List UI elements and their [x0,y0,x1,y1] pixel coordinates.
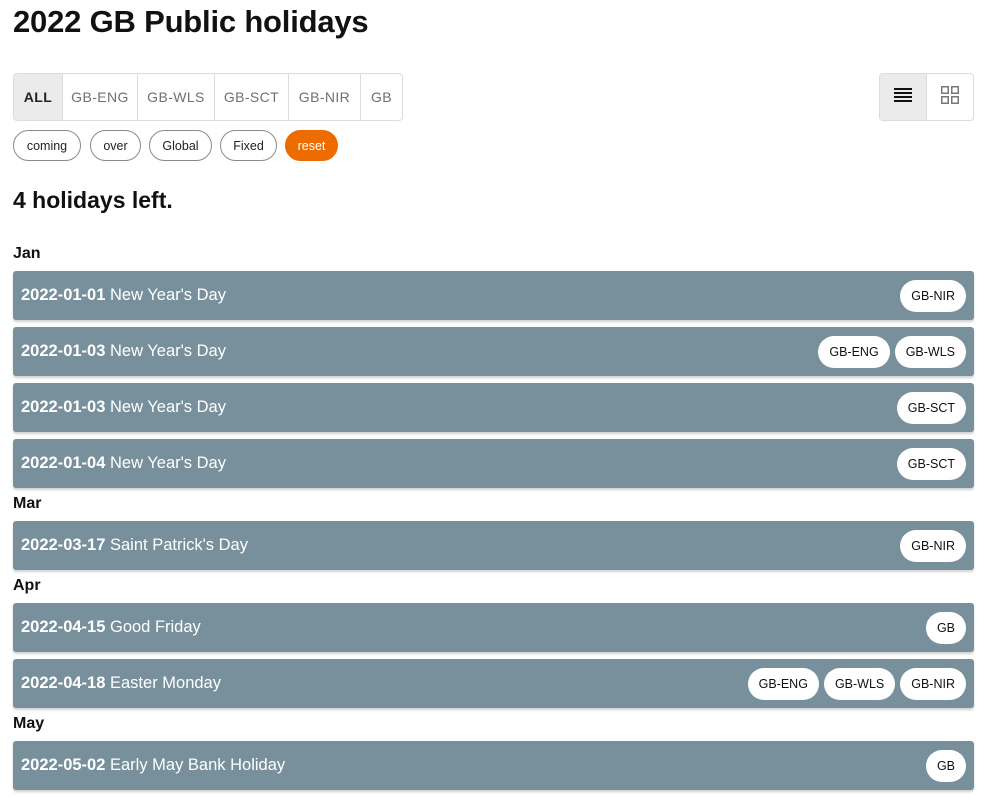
holiday-text: 2022-04-15 Good Friday [21,618,201,637]
holiday-row[interactable]: 2022-01-03 New Year's Day GB-ENG GB-WLS [13,327,974,376]
region-badge: GB-NIR [900,529,966,562]
holiday-date: 2022-05-02 [21,756,106,774]
region-badge: GB [925,749,966,782]
tab-gb-nir[interactable]: GB-NIR [289,74,361,120]
holiday-text: 2022-05-02 Early May Bank Holiday [21,756,285,775]
holiday-text: 2022-01-03 New Year's Day [21,342,226,361]
region-badges: GB-SCT [896,391,966,424]
holiday-date: 2022-01-01 [21,286,106,304]
holiday-name: Saint Patrick's Day [110,536,248,554]
holiday-name: New Year's Day [110,286,226,304]
holiday-row[interactable]: 2022-05-02 Early May Bank Holiday GB [13,741,974,790]
holiday-date: 2022-01-03 [21,342,106,360]
tab-gb-wls[interactable]: GB-WLS [138,74,215,120]
region-badge: GB [925,611,966,644]
grid-view-button[interactable] [927,74,974,120]
holiday-text: 2022-04-18 Easter Monday [21,674,221,693]
grid-view-icon [940,85,959,109]
list-view-button[interactable] [880,74,927,120]
holiday-name: New Year's Day [110,454,226,472]
holiday-text: 2022-03-17 Saint Patrick's Day [21,536,248,555]
tab-gb-eng[interactable]: GB-ENG [63,74,138,120]
region-badge: GB-NIR [900,279,966,312]
region-badges: GB-ENG GB-WLS [818,335,966,368]
region-badge: GB-WLS [823,667,896,700]
holiday-row[interactable]: 2022-01-04 New Year's Day GB-SCT [13,439,974,488]
holiday-name: New Year's Day [110,398,226,416]
holiday-name: Easter Monday [110,674,221,692]
holiday-date: 2022-03-17 [21,536,106,554]
region-badges: GB [925,611,966,644]
holiday-row[interactable]: 2022-01-01 New Year's Day GB-NIR [13,271,974,320]
region-badges: GB-NIR [900,529,966,562]
holiday-name: New Year's Day [110,342,226,360]
holiday-text: 2022-01-01 New Year's Day [21,286,226,305]
filter-global-chip[interactable]: Global [149,130,212,161]
holiday-text: 2022-01-04 New Year's Day [21,454,226,473]
tab-all[interactable]: ALL [14,74,63,120]
holidays-left-summary: 4 holidays left. [13,187,173,213]
region-badges: GB-ENG GB-WLS GB-NIR [747,667,966,700]
tab-gb[interactable]: GB [361,74,402,120]
month-heading-apr: Apr [13,577,41,594]
holiday-date: 2022-01-03 [21,398,106,416]
month-heading-may: May [13,715,45,732]
region-badge: GB-ENG [818,335,890,368]
filter-over-chip[interactable]: over [90,130,141,161]
holiday-row[interactable]: 2022-04-18 Easter Monday GB-ENG GB-WLS G… [13,659,974,708]
view-toggle [879,73,974,121]
holiday-date: 2022-04-15 [21,618,106,636]
holiday-row[interactable]: 2022-01-03 New Year's Day GB-SCT [13,383,974,432]
region-tabs: ALL GB-ENG GB-WLS GB-SCT GB-NIR GB [13,73,403,121]
month-heading-jan: Jan [13,245,41,262]
holiday-name: Early May Bank Holiday [110,756,286,774]
page-title: 2022 GB Public holidays [13,4,369,39]
reset-chip[interactable]: reset [285,130,338,161]
region-badge: GB-ENG [747,667,819,700]
list-view-icon [893,87,912,107]
region-badge: GB-SCT [896,447,966,480]
holiday-date: 2022-04-18 [21,674,106,692]
region-badge: GB-NIR [900,667,966,700]
holiday-text: 2022-01-03 New Year's Day [21,398,226,417]
holiday-row[interactable]: 2022-04-15 Good Friday GB [13,603,974,652]
filter-coming-chip[interactable]: coming [13,130,81,161]
tab-gb-sct[interactable]: GB-SCT [215,74,289,120]
region-badge: GB-SCT [896,391,966,424]
region-badges: GB [925,749,966,782]
region-badges: GB-NIR [900,279,966,312]
holiday-name: Good Friday [110,618,201,636]
page: 2022 GB Public holidays ALL GB-ENG GB-WL… [0,0,999,799]
holiday-date: 2022-01-04 [21,454,106,472]
region-badges: GB-SCT [896,447,966,480]
filter-fixed-chip[interactable]: Fixed [220,130,277,161]
region-badge: GB-WLS [894,335,966,368]
holiday-row[interactable]: 2022-03-17 Saint Patrick's Day GB-NIR [13,521,974,570]
month-heading-mar: Mar [13,495,42,512]
